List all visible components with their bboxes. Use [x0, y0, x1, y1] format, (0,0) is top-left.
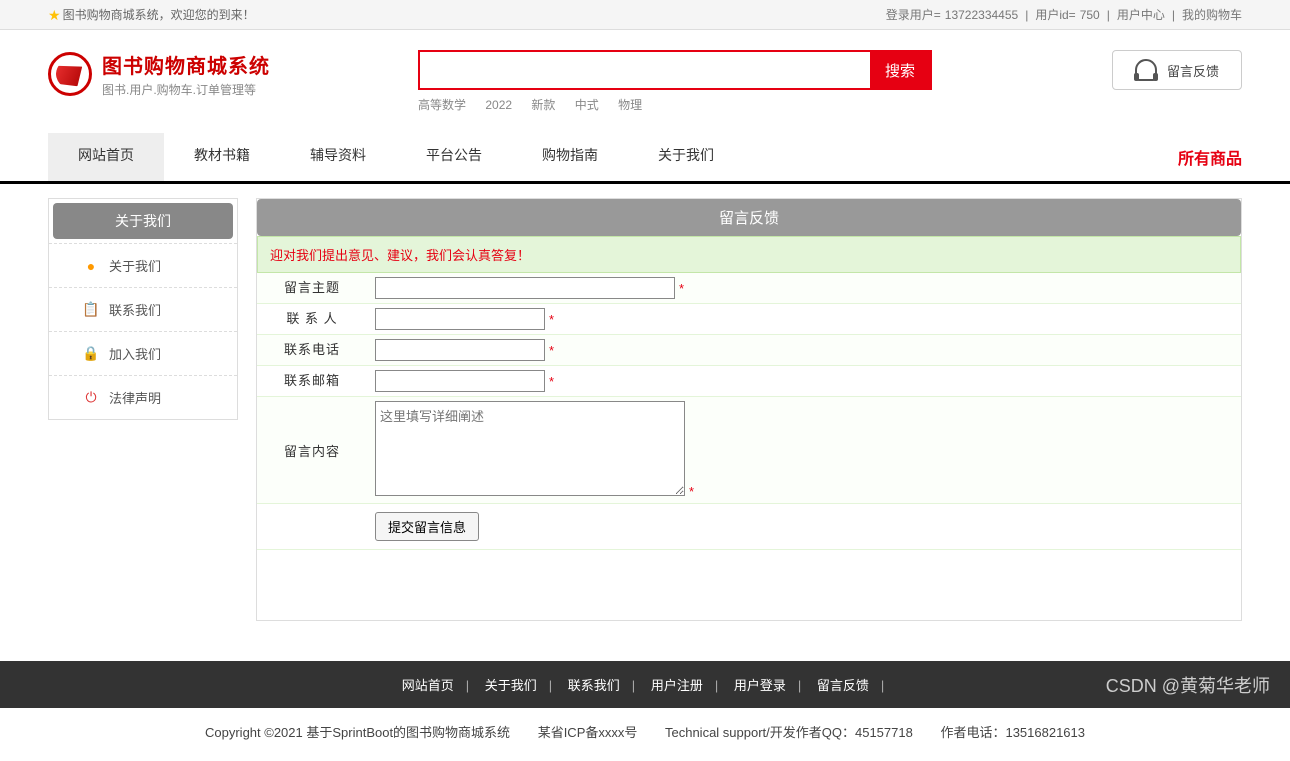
search-input[interactable]	[420, 52, 870, 88]
info-icon: ●	[83, 258, 99, 274]
nav-textbooks[interactable]: 教材书籍	[164, 133, 280, 181]
sidebar-item-label: 关于我们	[109, 256, 161, 275]
required-mark: *	[549, 374, 554, 389]
hot-tag[interactable]: 新款	[531, 98, 555, 112]
hot-tag[interactable]: 高等数学	[418, 98, 466, 112]
topbar-welcome: ★ 图书购物商城系统，欢迎您的到来！	[48, 0, 255, 29]
content: 关于我们 ● 关于我们 📋 联系我们 🔒 加入我们 ⏻ 法律声明 留言反馈 迎对…	[0, 184, 1290, 661]
label-subject: 留言主题	[257, 273, 367, 304]
header: 图书购物商城系统 图书.用户.购物车.订单管理等 搜索 高等数学 2022 新款…	[0, 30, 1290, 125]
footer-nav: 网站首页| 关于我们| 联系我们| 用户注册| 用户登录| 留言反馈|	[0, 661, 1290, 708]
nav-about[interactable]: 关于我们	[628, 133, 744, 181]
label-contact: 联 系 人	[257, 304, 367, 335]
label-content: 留言内容	[257, 397, 367, 504]
nav-guide[interactable]: 购物指南	[512, 133, 628, 181]
footer-link[interactable]: 网站首页	[402, 678, 454, 693]
logo-area: 图书购物商城系统 图书.用户.购物车.订单管理等	[48, 50, 418, 98]
site-title: 图书购物商城系统	[102, 50, 270, 79]
sidebar-item-legal[interactable]: ⏻ 法律声明	[49, 375, 237, 419]
topbar: ★ 图书购物商城系统，欢迎您的到来！ 登录用户=13722334455 | 用户…	[0, 0, 1290, 30]
hot-tag[interactable]: 物理	[618, 98, 642, 112]
clipboard-icon: 📋	[83, 302, 99, 318]
footer-link[interactable]: 联系我们	[568, 678, 620, 693]
footer-info: Copyright ©2021 基于SprintBoot的图书购物商城系统 某省…	[0, 708, 1290, 761]
search-box: 搜索	[418, 50, 932, 90]
hot-tag[interactable]: 中式	[575, 98, 599, 112]
search-button[interactable]: 搜索	[870, 52, 930, 88]
sidebar-item-label: 法律声明	[109, 388, 161, 407]
textarea-content[interactable]	[375, 401, 685, 496]
sidebar: 关于我们 ● 关于我们 📋 联系我们 🔒 加入我们 ⏻ 法律声明	[48, 198, 238, 420]
sidebar-header: 关于我们	[53, 203, 233, 239]
lock-icon: 🔒	[83, 346, 99, 362]
main-header: 留言反馈	[257, 199, 1241, 236]
star-icon: ★	[48, 0, 61, 30]
label-email: 联系邮箱	[257, 366, 367, 397]
notice-banner: 迎对我们提出意见、建议，我们会认真答复！	[257, 236, 1241, 273]
nav-all-products[interactable]: 所有商品	[1178, 133, 1242, 181]
footer-icp: 某省ICP备xxxx号	[538, 725, 638, 740]
input-subject[interactable]	[375, 277, 675, 299]
user-id-value: 750	[1080, 0, 1100, 30]
nav-materials[interactable]: 辅导资料	[280, 133, 396, 181]
footer-copyright: Copyright ©2021 基于SprintBoot的图书购物商城系统	[205, 725, 510, 740]
headset-icon	[1135, 59, 1157, 81]
nav-announcements[interactable]: 平台公告	[396, 133, 512, 181]
search-area: 搜索 高等数学 2022 新款 中式 物理	[418, 50, 932, 113]
required-mark: *	[679, 281, 684, 296]
sidebar-item-about[interactable]: ● 关于我们	[49, 243, 237, 287]
login-user-label: 登录用户=	[886, 0, 941, 30]
sidebar-item-contact[interactable]: 📋 联系我们	[49, 287, 237, 331]
footer-link[interactable]: 关于我们	[485, 678, 537, 693]
input-phone[interactable]	[375, 339, 545, 361]
sidebar-item-label: 加入我们	[109, 344, 161, 363]
required-mark: *	[689, 484, 694, 499]
separator: |	[1107, 0, 1110, 30]
label-phone: 联系电话	[257, 335, 367, 366]
input-contact[interactable]	[375, 308, 545, 330]
user-id-label: 用户id=	[1035, 0, 1075, 30]
feedback-button[interactable]: 留言反馈	[1112, 50, 1242, 90]
sidebar-item-join[interactable]: 🔒 加入我们	[49, 331, 237, 375]
logo-icon	[48, 52, 92, 96]
submit-button[interactable]: 提交留言信息	[375, 512, 479, 541]
separator: |	[1172, 0, 1175, 30]
separator: |	[1025, 0, 1028, 30]
footer-support: Technical support/开发作者QQ：45157718	[665, 725, 913, 740]
power-icon: ⏻	[83, 390, 99, 406]
feedback-form: 留言主题 * 联 系 人 * 联系电话 * 联系邮箱 * 留言内容 * 提交留言…	[257, 273, 1241, 550]
hot-tags: 高等数学 2022 新款 中式 物理	[418, 96, 932, 113]
footer-phone: 作者电话：13516821613	[940, 725, 1085, 740]
logo-text: 图书购物商城系统 图书.用户.购物车.订单管理等	[102, 50, 270, 98]
required-mark: *	[549, 312, 554, 327]
sidebar-item-label: 联系我们	[109, 300, 161, 319]
nav-home[interactable]: 网站首页	[48, 133, 164, 181]
hot-tag[interactable]: 2022	[485, 98, 512, 112]
site-subtitle: 图书.用户.购物车.订单管理等	[102, 81, 270, 98]
welcome-text: 图书购物商城系统，欢迎您的到来！	[63, 0, 255, 30]
footer-link[interactable]: 留言反馈	[817, 678, 869, 693]
feedback-label: 留言反馈	[1167, 61, 1219, 80]
footer-link[interactable]: 用户登录	[734, 678, 786, 693]
main-panel: 留言反馈 迎对我们提出意见、建议，我们会认真答复！ 留言主题 * 联 系 人 *…	[256, 198, 1242, 621]
input-email[interactable]	[375, 370, 545, 392]
topbar-right: 登录用户=13722334455 | 用户id=750 | 用户中心 | 我的购…	[886, 0, 1242, 29]
footer-link[interactable]: 用户注册	[651, 678, 703, 693]
required-mark: *	[549, 343, 554, 358]
my-cart-link[interactable]: 我的购物车	[1182, 0, 1242, 30]
main-nav: 网站首页 教材书籍 辅导资料 平台公告 购物指南 关于我们 所有商品	[0, 133, 1290, 184]
login-user-value: 13722334455	[945, 0, 1018, 30]
user-center-link[interactable]: 用户中心	[1117, 0, 1165, 30]
